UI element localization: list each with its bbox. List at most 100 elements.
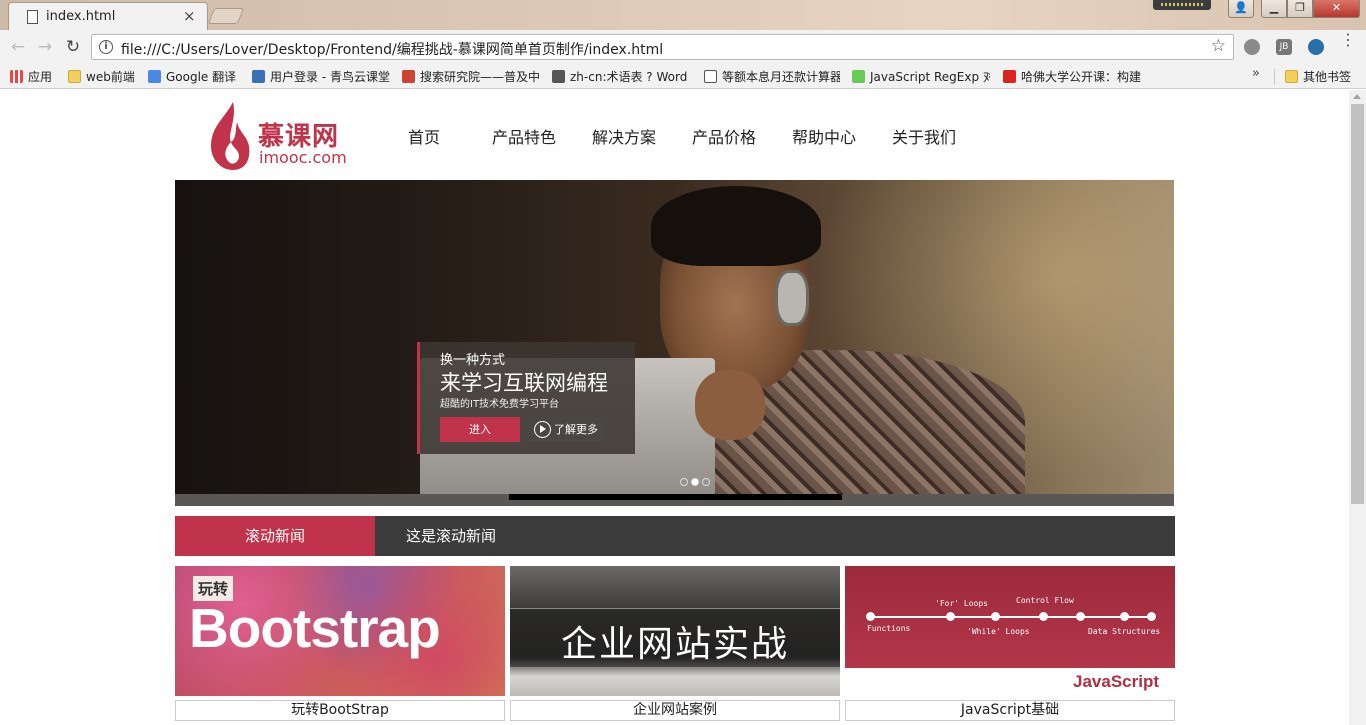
site-icon <box>252 70 265 83</box>
bookmark-google-translate[interactable]: Google 翻译 <box>148 68 244 86</box>
bookmark-label: 用户登录 - 青鸟云课堂 <box>270 70 390 84</box>
enterprise-cover-image: 企业网站实战 <box>510 566 840 696</box>
minimize-button[interactable]: ▁ <box>1261 0 1287 18</box>
more-bookmarks-chevron-icon[interactable]: » <box>1252 66 1260 81</box>
course-caption: 企业网站案例 <box>510 700 840 721</box>
forward-button[interactable]: → <box>33 35 57 59</box>
timeline-label: Data Structures <box>1088 627 1161 636</box>
nav-solutions[interactable]: 解决方案 <box>592 124 656 148</box>
weibo-icon <box>1003 70 1016 83</box>
news-label: 滚动新闻 <box>175 516 375 556</box>
timeline-line <box>869 616 1153 618</box>
learn-more-button[interactable]: 了解更多 <box>528 417 607 442</box>
user-profile-button[interactable]: 👤 <box>1228 0 1254 18</box>
enterprise-cover-text: 企业网站实战 <box>560 624 789 665</box>
bookmark-label: JavaScript RegExp 对 <box>870 70 990 84</box>
bookmark-web-frontend[interactable]: web前端 <box>68 68 140 86</box>
site-icon <box>402 70 415 83</box>
bookmark-label: Google 翻译 <box>166 70 237 84</box>
browser-tab[interactable]: index.html × <box>8 2 208 30</box>
learn-more-label: 了解更多 <box>554 423 598 436</box>
timeline-label: 'For' Loops <box>935 599 988 608</box>
bookmark-search-research[interactable]: 搜索研究院——普及中 <box>402 68 540 86</box>
hero-banner[interactable]: 换一种方式 来学习互联网编程 超酷的IT技术免费学习平台 进入 了解更多 <box>175 180 1174 496</box>
imooc-logo[interactable]: 慕课网 imooc.com <box>207 100 357 170</box>
url-text[interactable]: file:///C:/Users/Lover/Desktop/Frontend/… <box>121 39 663 59</box>
nav-help[interactable]: 帮助中心 <box>792 124 856 148</box>
news-text[interactable]: 这是滚动新闻 <box>406 516 496 556</box>
timeline-node <box>1039 612 1048 621</box>
close-window-button[interactable]: ✕ <box>1313 0 1360 18</box>
timeline-node <box>946 612 955 621</box>
logo-en-text: imooc.com <box>259 148 347 167</box>
nav-home[interactable]: 首页 <box>408 124 440 148</box>
bookmark-loan-calc[interactable]: 等额本息月还款计算器 <box>704 68 840 86</box>
bookmark-harvard[interactable]: 哈佛大学公开课：构建 <box>1003 68 1141 86</box>
scrollbar-thumb[interactable] <box>1351 104 1364 504</box>
new-tab-button[interactable] <box>207 8 245 24</box>
page-viewport: 慕课网 imooc.com 首页 产品特色 解决方案 产品价格 帮助中心 关于我… <box>0 90 1349 725</box>
nav-about[interactable]: 关于我们 <box>892 124 956 148</box>
caption-subtitle: 超酷的IT技术免费学习平台 <box>440 399 560 410</box>
slide-dot[interactable] <box>680 478 688 486</box>
back-button[interactable]: ← <box>6 35 30 59</box>
bookmark-apps[interactable]: 应用 <box>10 68 60 86</box>
browser-toolbar: ← → ↻ i file:///C:/Users/Lover/Desktop/F… <box>0 30 1366 64</box>
window-grip <box>1153 0 1211 10</box>
document-icon <box>27 10 38 24</box>
regex-icon <box>852 70 865 83</box>
course-card-enterprise[interactable]: 企业网站实战 企业网站案例 <box>510 566 840 721</box>
google-translate-icon <box>148 70 161 83</box>
banner-progress-mark <box>509 494 842 500</box>
address-bar[interactable]: i file:///C:/Users/Lover/Desktop/Fronten… <box>91 34 1234 60</box>
bookmark-wordpress[interactable]: zh-cn:术语表 ? WordP <box>552 68 688 86</box>
bookmark-label: zh-cn:术语表 ? WordP <box>570 70 688 84</box>
headphone-image <box>775 270 809 326</box>
timeline-label: Control Flow <box>1016 596 1074 605</box>
bookmark-label: 搜索研究院——普及中 <box>420 70 540 84</box>
slide-dot-active[interactable] <box>691 478 699 486</box>
bookmark-star-icon[interactable]: ☆ <box>1211 36 1226 56</box>
news-ticker: 滚动新闻 这是滚动新闻 <box>175 516 1175 556</box>
banner-person-hand <box>695 370 765 440</box>
bookmarks-bar: 应用 web前端 Google 翻译 用户登录 - 青鸟云课堂 搜索研究院——普… <box>0 64 1366 89</box>
folder-icon <box>68 70 81 83</box>
wordpress-icon <box>552 70 565 83</box>
timeline-label: 'While' Loops <box>967 627 1030 636</box>
timeline-label: Functions <box>867 624 911 633</box>
enter-button[interactable]: 进入 <box>440 417 520 442</box>
tab-title: index.html <box>46 9 116 24</box>
extension-globe-icon[interactable] <box>1244 39 1260 55</box>
timeline-node <box>1147 612 1156 621</box>
window-titlebar: index.html × 👤 ▁ ❐ ✕ <box>0 0 1366 30</box>
reload-button[interactable]: ↻ <box>61 35 85 59</box>
apps-icon <box>10 70 23 83</box>
extension-blue-icon[interactable] <box>1308 39 1324 55</box>
javascript-cover-diagram: Functions 'For' Loops 'While' Loops Cont… <box>845 566 1175 668</box>
banner-progress-bar <box>175 494 1174 506</box>
vertical-scrollbar[interactable] <box>1349 90 1366 725</box>
timeline-node <box>991 612 1000 621</box>
bookmark-qingniao[interactable]: 用户登录 - 青鸟云课堂 <box>252 68 392 86</box>
scroll-up-arrow-icon[interactable] <box>1353 94 1361 99</box>
bookmark-label: 其他书签 <box>1303 70 1352 84</box>
bookmark-label: 等额本息月还款计算器 <box>722 70 840 84</box>
caption-small-text: 换一种方式 <box>440 353 506 368</box>
course-card-bootstrap[interactable]: 玩转 Bootstrap 玩转BootStrap <box>175 566 505 721</box>
bootstrap-cover-image: 玩转 Bootstrap <box>175 566 505 696</box>
page-icon <box>704 70 717 83</box>
nav-pricing[interactable]: 产品价格 <box>692 124 756 148</box>
bookmark-regexp[interactable]: JavaScript RegExp 对 <box>852 68 990 86</box>
tab-close-icon[interactable]: × <box>183 7 196 25</box>
bookmark-other[interactable]: 其他书签 <box>1285 68 1355 86</box>
slide-dot[interactable] <box>702 478 710 486</box>
timeline-node <box>1076 612 1085 621</box>
maximize-button[interactable]: ❐ <box>1287 0 1313 18</box>
browser-menu-icon[interactable]: ⋮ <box>1340 32 1356 48</box>
timeline-node <box>1120 612 1129 621</box>
javascript-word: JavaScript <box>1073 672 1159 691</box>
nav-features[interactable]: 产品特色 <box>492 124 556 148</box>
extension-jb-icon[interactable]: JB <box>1276 39 1292 55</box>
info-icon[interactable]: i <box>99 40 113 54</box>
course-card-javascript[interactable]: Functions 'For' Loops 'While' Loops Cont… <box>845 566 1175 721</box>
